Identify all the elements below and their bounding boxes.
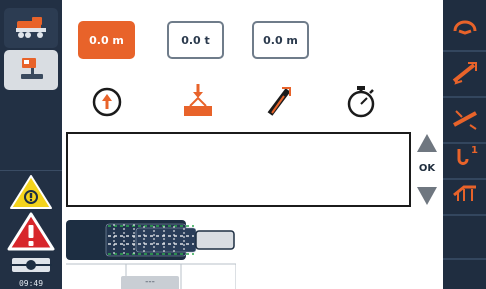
stopwatch-icon: [347, 86, 375, 118]
level-indicator-button[interactable]: [4, 250, 58, 280]
boom-telescope-icon: [452, 62, 477, 85]
radius-mode-button[interactable]: [90, 84, 124, 120]
alarm-button[interactable]: [4, 211, 58, 251]
alarm-icon: [7, 212, 55, 251]
length-readout[interactable]: 0.0 m: [252, 21, 309, 59]
scroll-up-arrow-icon[interactable]: [417, 134, 437, 152]
load-mode-button[interactable]: [181, 84, 215, 120]
scroll-down-arrow-icon[interactable]: [417, 187, 437, 205]
outrigger-icon: [452, 185, 476, 201]
radius-readout[interactable]: 0.0 m: [78, 21, 135, 59]
svg-text:1: 1: [471, 145, 478, 156]
load-readout[interactable]: 0.0 t: [167, 21, 224, 59]
hook-load-icon: [184, 84, 212, 116]
boom-length-icon: [267, 87, 291, 116]
boom-angle-icon: [452, 110, 477, 130]
boom-angle-button[interactable]: [445, 98, 484, 138]
hook-rotate-button[interactable]: [445, 6, 484, 46]
level-indicator-icon: [10, 258, 52, 272]
boom-telescope-button[interactable]: [445, 52, 484, 92]
hook-count-icon: 1: [457, 145, 478, 165]
clock-display: 09:49: [18, 279, 44, 288]
radius-clock-icon: [92, 87, 122, 117]
crane-operator-icon: [21, 58, 43, 79]
truck-mode-button[interactable]: [4, 8, 58, 48]
message-panel: [66, 132, 411, 207]
boom-length-mode-button[interactable]: [262, 84, 296, 120]
crane-display: 09:49 1 0.0 m 0.0 t 0.0 m OK ---: [0, 0, 486, 289]
outrigger-button[interactable]: [445, 170, 484, 210]
warning-indicator-icon: [10, 175, 52, 209]
left-toolbar: 09:49: [0, 0, 62, 289]
hook-rotate-icon: [453, 20, 476, 35]
right-toolbar: 1: [443, 0, 486, 289]
bottom-tab[interactable]: ---: [121, 276, 179, 289]
crane-operator-button[interactable]: [4, 50, 58, 90]
ok-button[interactable]: OK: [413, 163, 441, 174]
truck-icon: [16, 17, 46, 38]
warning-indicator-button[interactable]: [4, 172, 58, 212]
timer-mode-button[interactable]: [344, 84, 378, 120]
